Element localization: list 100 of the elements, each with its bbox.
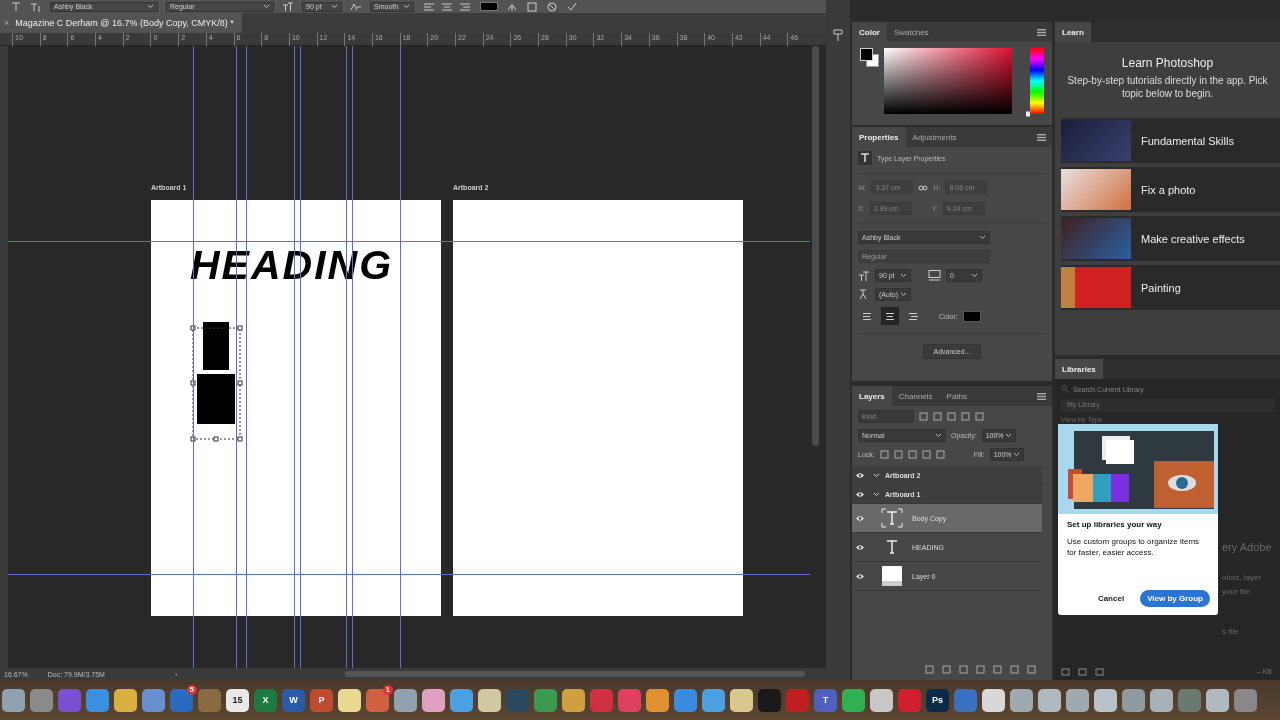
dock-app-icon[interactable]: W bbox=[282, 688, 305, 712]
panel-menu-icon[interactable] bbox=[1037, 28, 1046, 36]
visibility-eye-icon[interactable] bbox=[855, 471, 865, 479]
tutorial-title: Fix a photo bbox=[1141, 183, 1196, 196]
dock-app-icon[interactable] bbox=[562, 688, 585, 712]
panel-tab[interactable]: Libraries bbox=[1055, 359, 1103, 379]
dock-app-icon[interactable]: 15 bbox=[226, 688, 249, 712]
dock-app-icon[interactable] bbox=[422, 688, 445, 712]
type-layer-icon bbox=[858, 151, 872, 165]
photo-placeholder bbox=[1061, 169, 1131, 210]
panel-menu-icon[interactable] bbox=[1037, 392, 1046, 400]
dock-app-icon[interactable] bbox=[1150, 688, 1173, 712]
notification-badge: 1 bbox=[382, 684, 393, 695]
tracking-icon bbox=[928, 270, 941, 281]
popover-text: Use custom groups to organize items for faster, easier access. bbox=[1066, 536, 1201, 558]
text-color-swatch[interactable] bbox=[480, 2, 498, 11]
dock-app-icon[interactable] bbox=[1094, 688, 1117, 712]
popover-title: Set up libraries your way bbox=[1066, 520, 1163, 529]
dock-app-icon[interactable] bbox=[1038, 688, 1061, 712]
chevron-icon[interactable] bbox=[873, 490, 880, 498]
scrollbar-thumb[interactable] bbox=[812, 46, 819, 446]
scrollbar-thumb[interactable] bbox=[345, 671, 805, 677]
color-field[interactable] bbox=[884, 48, 1013, 114]
document-tab[interactable]: × Magazine C Derham @ 16.7% (Body Copy, CMYK/8) * bbox=[0, 13, 242, 33]
dock-app-icon[interactable] bbox=[1234, 688, 1257, 712]
warp-text-icon[interactable] bbox=[506, 1, 518, 12]
tutorial-title: Painting bbox=[1141, 281, 1181, 294]
alignment-icons[interactable] bbox=[422, 1, 472, 12]
dock-app-icon[interactable] bbox=[982, 688, 1005, 712]
tutorial-item[interactable]: Fundamental Skills bbox=[1061, 118, 1280, 163]
dock-app-icon[interactable] bbox=[730, 688, 753, 712]
dock-app-icon[interactable] bbox=[2, 688, 25, 712]
icon-label: T bbox=[822, 695, 829, 705]
panel-tab[interactable]: Learn bbox=[1055, 22, 1091, 42]
dock-app-icon[interactable] bbox=[1066, 688, 1089, 712]
dock-app-icon[interactable] bbox=[674, 688, 697, 712]
dock-app-icon[interactable]: X bbox=[254, 688, 277, 712]
panel-tab[interactable]: Color bbox=[852, 22, 887, 42]
caret-icon bbox=[900, 292, 907, 297]
dock-app-icon[interactable] bbox=[30, 688, 53, 712]
cancel-icon[interactable] bbox=[546, 1, 558, 12]
panel-tab[interactable]: Adjustments bbox=[905, 127, 964, 147]
commit-icon[interactable] bbox=[566, 1, 578, 12]
align-button[interactable] bbox=[881, 307, 899, 325]
dock-app-icon[interactable]: T bbox=[814, 688, 837, 712]
dock-app-icon[interactable] bbox=[450, 688, 473, 712]
panel-tab[interactable]: Channels bbox=[891, 386, 940, 406]
dock-app-icon[interactable]: P bbox=[310, 688, 333, 712]
dock-app-icon[interactable] bbox=[534, 688, 557, 712]
visibility-eye-icon[interactable] bbox=[855, 543, 865, 551]
dock-app-icon[interactable] bbox=[870, 688, 893, 712]
dock-app-icon[interactable] bbox=[1122, 688, 1145, 712]
dock-app-icon[interactable] bbox=[142, 688, 165, 712]
panel-tab[interactable]: Paths bbox=[939, 386, 975, 406]
align-center-icon bbox=[885, 311, 895, 321]
slider-thumb[interactable] bbox=[1026, 111, 1031, 117]
photo-placeholder bbox=[1061, 267, 1131, 308]
dock-app-icon[interactable] bbox=[338, 688, 361, 712]
cancel-button[interactable]: Cancel bbox=[1091, 590, 1131, 607]
tutorial-item[interactable]: Painting bbox=[1061, 265, 1280, 310]
chevron-icon[interactable] bbox=[873, 471, 880, 479]
dock-app-icon[interactable] bbox=[702, 688, 725, 712]
caret-icon bbox=[403, 4, 410, 9]
icon-label: W bbox=[289, 695, 298, 705]
view-by-group-button[interactable]: View by Group bbox=[1140, 590, 1210, 607]
icon-label: 15 bbox=[232, 695, 243, 705]
tutorial-item[interactable]: Fix a photo bbox=[1061, 167, 1280, 212]
intro-text: Step-by-step tutorials directly in the app. Pick bbox=[1066, 74, 1269, 87]
visibility-eye-icon[interactable] bbox=[855, 490, 865, 498]
caret-icon bbox=[971, 273, 978, 278]
panel-tab[interactable]: Properties bbox=[852, 127, 906, 147]
visibility-eye-icon[interactable] bbox=[855, 572, 865, 580]
panel-menu-icon[interactable] bbox=[1037, 133, 1046, 141]
dock-app-icon[interactable] bbox=[1010, 688, 1033, 712]
photo-placeholder bbox=[1061, 120, 1131, 161]
icon-label: P bbox=[318, 695, 325, 705]
color-swatches-icon[interactable] bbox=[860, 48, 879, 67]
history-brush-icon[interactable] bbox=[832, 28, 844, 42]
text-color-swatch[interactable] bbox=[962, 310, 981, 322]
font-size-icon bbox=[282, 1, 294, 12]
icon-label: Ps bbox=[932, 695, 943, 705]
dock-app-icon[interactable] bbox=[114, 688, 137, 712]
dock-app-icon[interactable] bbox=[478, 688, 501, 712]
dock-app-icon[interactable] bbox=[842, 688, 865, 712]
caret-icon bbox=[1004, 433, 1012, 438]
dock-app-icon[interactable]: Ps bbox=[926, 688, 949, 712]
panel-tab[interactable]: Swatches bbox=[886, 22, 936, 42]
orientation-icon[interactable] bbox=[30, 1, 42, 12]
dock-app-icon[interactable] bbox=[86, 688, 109, 712]
dock-app-icon[interactable] bbox=[1206, 688, 1229, 712]
type-tool-icon[interactable] bbox=[10, 1, 22, 12]
tutorial-item[interactable]: Make creative effects bbox=[1061, 216, 1280, 261]
panels-icon[interactable] bbox=[526, 1, 538, 12]
caret-icon bbox=[935, 433, 942, 438]
visibility-eye-icon[interactable] bbox=[855, 514, 865, 522]
hint-text: ery Adobe bbox=[1222, 541, 1272, 553]
panel-tab[interactable]: Layers bbox=[852, 386, 892, 406]
caret-icon bbox=[147, 4, 154, 9]
dock-app-icon[interactable] bbox=[394, 688, 417, 712]
dock-app-icon[interactable] bbox=[646, 688, 669, 712]
